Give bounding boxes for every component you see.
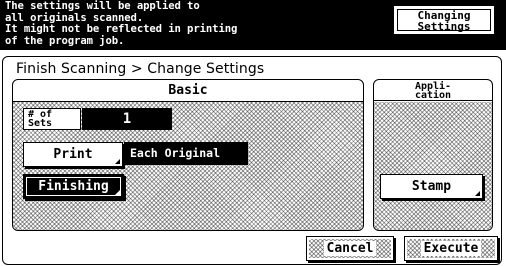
stamp-button-label: Stamp (411, 179, 452, 194)
execute-button[interactable]: Execute (404, 236, 498, 261)
application-panel-heading: Appli- cation (374, 80, 492, 101)
finishing-button[interactable]: Finishing (23, 174, 124, 199)
cancel-button[interactable]: Cancel (306, 236, 394, 261)
basic-panel-heading: Basic (13, 80, 363, 102)
mode-badge: Changing Settings (394, 6, 494, 34)
corner-arrow-icon (115, 190, 120, 195)
sets-value: 1 (82, 108, 172, 130)
stamp-button[interactable]: Stamp (380, 174, 483, 199)
corner-arrow-icon (475, 191, 480, 196)
corner-arrow-icon (115, 159, 120, 164)
finishing-button-label: Finishing (38, 179, 109, 194)
execute-button-label: Execute (420, 241, 482, 256)
print-button-label: Print (53, 147, 93, 162)
breadcrumb: Finish Scanning > Change Settings (16, 61, 265, 77)
sets-label: # of Sets (23, 108, 81, 130)
application-panel: Appli- cation (373, 79, 493, 231)
header-message-bar: The settings will be applied to all orig… (0, 0, 506, 50)
cancel-button-label: Cancel (323, 241, 377, 256)
print-button[interactable]: Print (23, 142, 123, 167)
print-setting-value: Each Original (124, 142, 248, 165)
application-panel-body (374, 102, 492, 230)
header-message: The settings will be applied to all orig… (5, 0, 238, 47)
